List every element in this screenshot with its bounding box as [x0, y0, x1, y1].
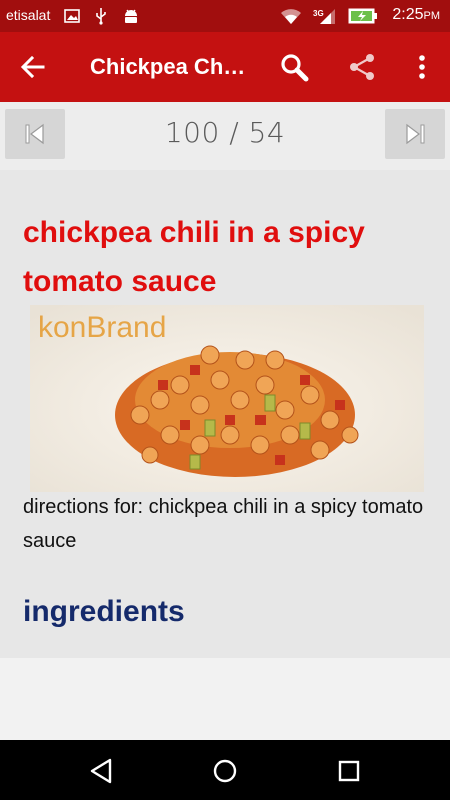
page-counter: 100 / 54 [164, 116, 286, 149]
usb-icon [95, 6, 107, 26]
app-bar: Chickpea Ch… [0, 32, 450, 102]
battery-charging-icon [348, 6, 378, 26]
home-circle-icon[interactable] [210, 756, 240, 786]
page-title: Chickpea Ch… [90, 54, 246, 79]
share-icon[interactable] [346, 52, 378, 82]
signal-icon [318, 6, 336, 26]
system-nav-bar [0, 740, 450, 800]
search-icon[interactable] [278, 52, 310, 82]
status-bar: etisalat 3G 2:25PM [0, 0, 450, 32]
more-vert-icon[interactable] [406, 52, 438, 82]
wifi-icon [280, 6, 302, 26]
recents-square-icon[interactable] [334, 756, 364, 786]
recipe-directions: directions for: chickpea chili in a spic… [23, 496, 424, 552]
carrier-name: etisalat [6, 7, 51, 23]
android-debug-icon [122, 6, 140, 26]
skip-last-icon[interactable] [385, 109, 445, 159]
arrow-left-icon[interactable] [20, 54, 50, 80]
back-triangle-icon[interactable] [86, 756, 116, 786]
ingredients-heading: ingredients [23, 595, 185, 628]
clock: 2:25PM [392, 6, 440, 23]
recipe-content: chickpea chili in a spicy tomato sauce k… [0, 170, 450, 658]
image-notification-icon [64, 6, 80, 26]
content-footer-space [0, 658, 450, 740]
pager: 100 / 54 [0, 102, 450, 170]
recipe-title: chickpea chili in a spicy tomato sauce [23, 216, 365, 298]
recipe-photo: konBrand [30, 305, 424, 492]
watermark: konBrand [38, 311, 166, 344]
